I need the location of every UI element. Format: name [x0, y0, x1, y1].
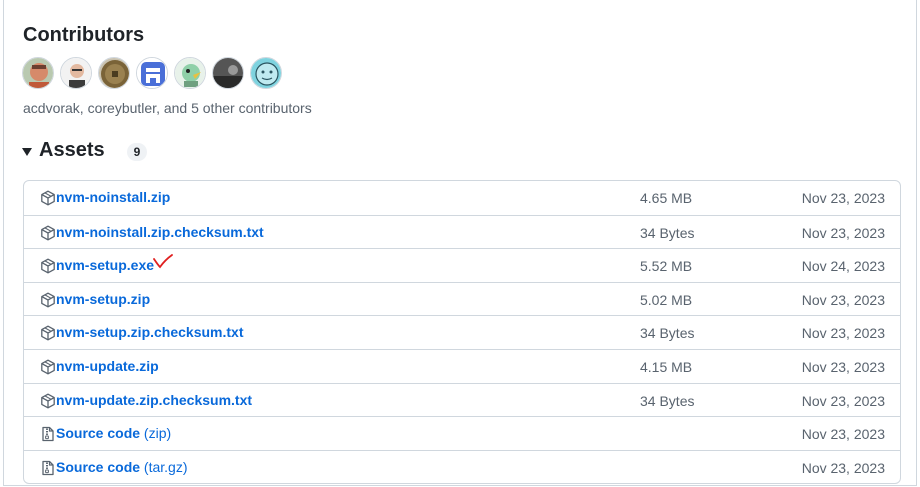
contributors-heading: Contributors: [23, 24, 145, 46]
contributors-summary: acdvorak, coreybutler, and 5 other contr…: [23, 100, 312, 116]
asset-name: Source code: [56, 458, 141, 475]
asset-name: nvm-update.zip: [56, 357, 159, 374]
file-zip-icon: [40, 426, 56, 442]
package-icon: [40, 325, 56, 341]
assets-count-badge: 9: [126, 143, 148, 161]
avatar-coin[interactable]: [98, 57, 130, 89]
asset-list: nvm-noinstall.zip 4.65 MB Nov 23, 2023 n…: [23, 180, 901, 485]
asset-link[interactable]: nvm-setup.exe: [56, 257, 154, 273]
asset-link[interactable]: nvm-noinstall.zip.checksum.txt: [56, 224, 264, 240]
asset-row-7: Source code (zip) Nov 23, 2023: [24, 416, 900, 450]
asset-date: Nov 23, 2023: [801, 224, 885, 241]
avatar-photo-smiling-man[interactable]: [22, 57, 54, 89]
asset-row-5: nvm-update.zip 4.15 MB Nov 23, 2023: [24, 348, 900, 383]
asset-date: Nov 23, 2023: [801, 325, 885, 342]
asset-name: nvm-setup.exe: [56, 257, 155, 274]
asset-size: 34 Bytes: [640, 325, 695, 342]
asset-date: Nov 24, 2023: [801, 258, 885, 275]
triangle-down-icon: [22, 147, 32, 156]
asset-size: 5.02 MB: [640, 291, 693, 308]
asset-row-1: nvm-noinstall.zip.checksum.txt 34 Bytes …: [24, 214, 900, 249]
asset-name: nvm-setup.zip: [56, 290, 151, 307]
asset-row-3: nvm-setup.zip 5.02 MB Nov 23, 2023: [24, 281, 900, 316]
avatar-dark-photo[interactable]: [212, 57, 244, 89]
asset-date: Nov 23, 2023: [801, 291, 885, 308]
asset-suffix: (tar.gz): [140, 458, 188, 475]
asset-link[interactable]: nvm-setup.zip.checksum.txt: [56, 324, 244, 340]
asset-name: nvm-update.zip.checksum.txt: [56, 391, 253, 408]
assets-heading: Assets: [39, 139, 105, 161]
package-icon: [40, 393, 56, 409]
assets-toggle[interactable]: Assets 9: [22, 139, 148, 162]
package-icon: [40, 190, 56, 206]
package-icon: [40, 225, 56, 241]
asset-row-8: Source code (tar.gz) Nov 23, 2023: [24, 449, 900, 484]
asset-link[interactable]: Source code (tar.gz): [56, 459, 188, 475]
avatar-blue-logo[interactable]: [136, 57, 168, 89]
package-icon: [40, 258, 56, 274]
asset-row-4: nvm-setup.zip.checksum.txt 34 Bytes Nov …: [24, 315, 900, 349]
avatar-photo-man-glasses[interactable]: [60, 57, 92, 89]
asset-date: Nov 23, 2023: [801, 459, 885, 476]
asset-name: nvm-noinstall.zip.checksum.txt: [56, 223, 264, 240]
avatar-cartoon-face[interactable]: [250, 57, 282, 89]
asset-link[interactable]: nvm-noinstall.zip: [56, 189, 170, 205]
asset-link[interactable]: Source code (zip): [56, 425, 171, 441]
asset-link[interactable]: nvm-setup.zip: [56, 291, 150, 307]
package-icon: [40, 292, 56, 308]
asset-link[interactable]: nvm-update.zip: [56, 358, 159, 374]
asset-name: Source code: [56, 425, 141, 442]
package-icon: [40, 359, 56, 375]
contributor-avatars: [22, 57, 282, 89]
asset-date: Nov 23, 2023: [801, 358, 885, 375]
asset-size: 34 Bytes: [640, 392, 695, 409]
asset-row-2: nvm-setup.exe 5.52 MB Nov 24, 2023: [24, 248, 900, 282]
asset-size: 5.52 MB: [640, 258, 693, 275]
asset-row-0: nvm-noinstall.zip 4.65 MB Nov 23, 2023: [24, 181, 900, 215]
asset-date: Nov 23, 2023: [801, 190, 885, 206]
asset-size: 34 Bytes: [640, 224, 695, 241]
red-checkmark-icon: [152, 252, 174, 270]
asset-name: nvm-setup.zip.checksum.txt: [56, 324, 244, 341]
asset-link[interactable]: nvm-update.zip.checksum.txt: [56, 392, 252, 408]
asset-date: Nov 23, 2023: [801, 426, 885, 443]
asset-suffix: (zip): [140, 425, 172, 442]
avatar-cartoon-bird[interactable]: [174, 57, 206, 89]
file-zip-icon: [40, 460, 56, 476]
asset-name: nvm-noinstall.zip: [56, 189, 171, 205]
asset-size: 4.15 MB: [640, 358, 693, 375]
asset-size: 4.65 MB: [640, 190, 693, 206]
asset-date: Nov 23, 2023: [801, 392, 885, 409]
asset-row-6: nvm-update.zip.checksum.txt 34 Bytes Nov…: [24, 382, 900, 417]
